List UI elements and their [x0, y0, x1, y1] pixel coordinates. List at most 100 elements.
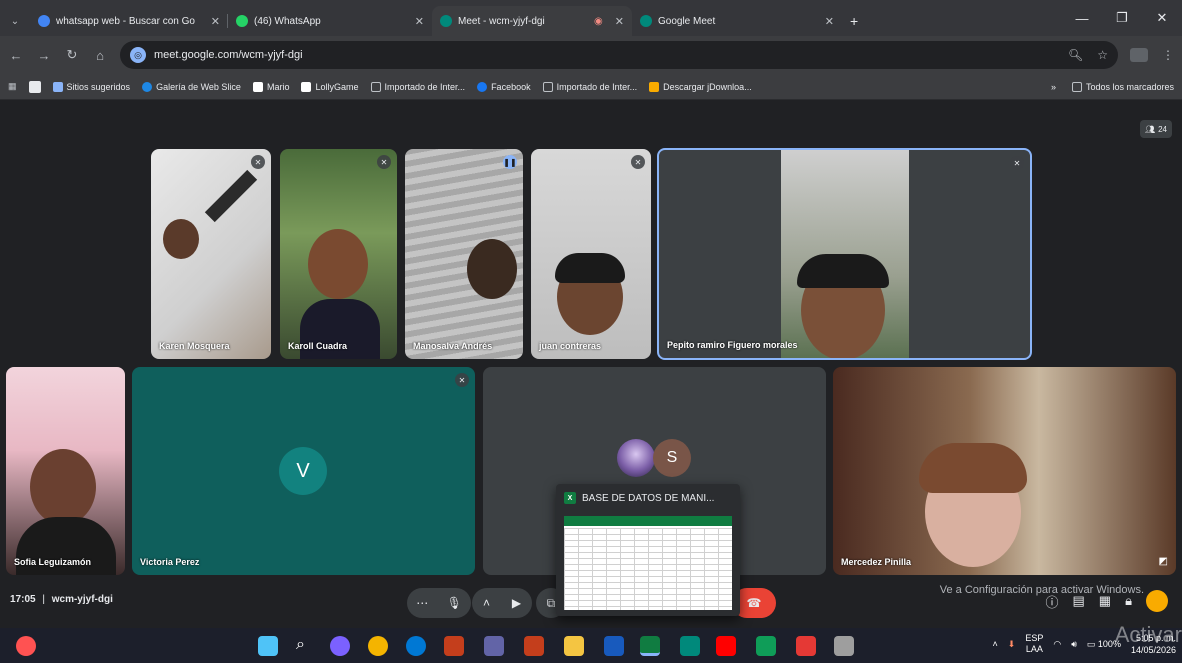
- hang-up-icon: ☎: [746, 596, 762, 610]
- volume-icon[interactable]: 🔊︎: [1071, 639, 1077, 650]
- window-thumbnail-preview[interactable]: X BASE DE DATOS DE MANI...: [556, 484, 740, 616]
- participant-tile[interactable]: ✕ Karen Mosquera: [151, 149, 271, 359]
- edge-icon[interactable]: [406, 636, 426, 656]
- excel-icon: X: [564, 492, 576, 504]
- participant-name: Mercedez Pinilla: [841, 557, 912, 567]
- forward-icon[interactable]: →: [36, 48, 52, 63]
- chevron-up-icon[interactable]: ˄: [483, 596, 490, 610]
- folder-icon: [542, 81, 553, 92]
- zoom-icon[interactable]: 🔍︎: [1068, 48, 1083, 62]
- participant-video: [30, 449, 96, 525]
- pdf-reader-icon[interactable]: [796, 636, 816, 656]
- chevron-down-icon: ⌄: [10, 15, 20, 27]
- extension-icon[interactable]: [1130, 48, 1148, 62]
- file-explorer-icon[interactable]: [564, 636, 584, 656]
- word-icon[interactable]: [604, 636, 624, 656]
- chevron-up-icon[interactable]: ˄: [993, 639, 998, 649]
- chrome-icon[interactable]: [368, 636, 388, 656]
- speaking-icon: ❚❚: [503, 155, 517, 169]
- teams-icon[interactable]: [484, 636, 504, 656]
- new-tab-button[interactable]: +: [842, 6, 866, 36]
- star-icon[interactable]: ☆: [1097, 48, 1108, 62]
- participant-tile[interactable]: Sofia Leguizamón: [6, 367, 125, 575]
- excel-taskbar-icon[interactable]: [640, 636, 660, 656]
- bookmark-folder[interactable]: Importado de Inter...: [370, 81, 465, 92]
- camera-icon[interactable]: ▶: [512, 596, 521, 610]
- powerpoint-icon[interactable]: [444, 636, 464, 656]
- participant-name: Karen Mosquera: [159, 341, 230, 351]
- close-icon[interactable]: ✕: [615, 15, 624, 28]
- present-icon: ⧉: [546, 595, 556, 610]
- lock-icon[interactable]: 🔒︎: [1125, 593, 1132, 609]
- reload-icon[interactable]: ↻: [64, 47, 80, 63]
- participant-name: Pepito ramiro Figuero morales: [667, 340, 798, 350]
- microphone-icon[interactable]: 🎙︎: [447, 596, 462, 610]
- preview-title: X BASE DE DATOS DE MANI...: [564, 492, 714, 504]
- participant-tile[interactable]: ✕ Karoll Cuadra: [280, 149, 397, 359]
- url-text: meet.google.com/wcm-yjyf-dgi: [154, 49, 303, 61]
- camera-control[interactable]: ˄ ▶: [472, 588, 532, 618]
- info-icon[interactable]: ⓘ: [1045, 592, 1058, 611]
- notification-icon[interactable]: [16, 636, 36, 656]
- page-icon: [252, 81, 263, 92]
- participant-name: Manosalva Andrés: [413, 341, 493, 351]
- publisher-icon[interactable]: [524, 636, 544, 656]
- folder-icon: [370, 81, 381, 92]
- language-indicator[interactable]: ESP LAA: [1025, 633, 1043, 655]
- address-bar[interactable]: ◎ meet.google.com/wcm-yjyf-dgi 🔍︎ ☆: [120, 41, 1118, 69]
- bookmark-item[interactable]: Descargar jDownloa...: [649, 81, 752, 92]
- bookmark-item[interactable]: Galería de Web Slice: [142, 81, 241, 92]
- home-icon[interactable]: ⌂: [92, 48, 108, 63]
- bookmark-item[interactable]: LollyGame: [301, 81, 359, 92]
- site-info-icon[interactable]: ◎: [130, 47, 146, 63]
- user-avatar-icon[interactable]: [1146, 590, 1168, 612]
- tab-google-meet[interactable]: Google Meet ✕: [632, 6, 842, 36]
- app-icon[interactable]: [834, 636, 854, 656]
- search-icon[interactable]: ⌕: [296, 636, 316, 656]
- apps-icon[interactable]: ▦: [8, 81, 17, 92]
- activities-icon[interactable]: ▦: [1099, 593, 1111, 609]
- bookmark-item[interactable]: Mario: [252, 81, 289, 92]
- tab-whatsapp-search[interactable]: whatsapp web - Buscar con Go ✕: [30, 6, 228, 36]
- close-icon[interactable]: ✕: [825, 15, 834, 28]
- tab-search-button[interactable]: ⌄: [0, 6, 30, 36]
- participants-badge[interactable]: 👥︎ 24: [1139, 120, 1172, 138]
- minimize-icon[interactable]: —: [1062, 0, 1102, 36]
- menu-icon[interactable]: ⋮: [1162, 48, 1174, 62]
- participant-video: [781, 150, 909, 358]
- ie-icon: [142, 81, 153, 92]
- participant-tile[interactable]: ❚❚ Manosalva Andrés: [405, 149, 523, 359]
- close-window-icon[interactable]: ✕: [1142, 0, 1182, 36]
- avatar: [617, 439, 655, 477]
- bookmark-item[interactable]: Sitios sugeridos: [52, 81, 130, 92]
- usb-icon[interactable]: ⬇: [1008, 639, 1016, 650]
- all-bookmarks-folder[interactable]: Todos los marcadores: [1071, 81, 1174, 92]
- participant-tile[interactable]: Mercedez Pinilla ◩: [833, 367, 1176, 575]
- close-icon[interactable]: ✕: [211, 15, 220, 28]
- mic-control[interactable]: ⋯ 🎙︎: [407, 588, 471, 618]
- start-icon[interactable]: [258, 636, 278, 656]
- mic-muted-icon: ✕: [251, 155, 265, 169]
- chat-icon[interactable]: ▤: [1072, 593, 1084, 609]
- participant-tile[interactable]: ✕ juan contreras: [531, 149, 651, 359]
- more-audio-icon[interactable]: ⋯: [416, 596, 428, 610]
- participant-tile[interactable]: V ✕ Victoria Perez: [132, 367, 475, 575]
- tab-whatsapp[interactable]: (46) WhatsApp ✕: [228, 6, 432, 36]
- meet-taskbar-icon[interactable]: [680, 636, 700, 656]
- bookmarks-more[interactable]: »: [1051, 82, 1056, 92]
- participant-video: [163, 219, 199, 259]
- bookmark-item[interactable]: Facebook: [477, 81, 531, 92]
- back-icon[interactable]: ←: [8, 48, 24, 63]
- bookmark-folder[interactable]: Importado de Inter...: [542, 81, 637, 92]
- wifi-icon[interactable]: ◠: [1053, 639, 1061, 650]
- web-slice-icon[interactable]: [28, 80, 41, 93]
- youtube-icon[interactable]: [716, 636, 736, 656]
- fullscreen-icon[interactable]: ◩: [1159, 556, 1168, 567]
- participant-tile-pinned[interactable]: ✕ Pepito ramiro Figuero morales: [657, 148, 1032, 360]
- copilot-icon[interactable]: [330, 636, 350, 656]
- browser-tab-strip: ⌄ whatsapp web - Buscar con Go ✕ (46) Wh…: [0, 0, 1182, 36]
- close-icon[interactable]: ✕: [415, 15, 424, 28]
- restore-icon[interactable]: ❐: [1102, 0, 1142, 36]
- tab-meet-active[interactable]: Meet - wcm-yjyf-dgi ◉ ✕: [432, 6, 632, 36]
- calculator-icon[interactable]: [756, 636, 776, 656]
